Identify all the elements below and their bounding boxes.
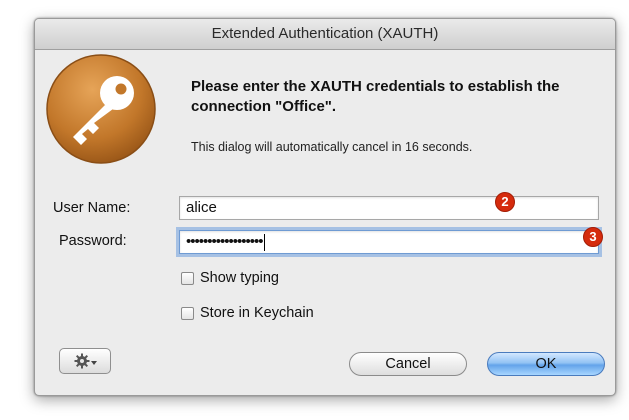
store-keychain-label: Store in Keychain (200, 305, 314, 321)
gear-icon (74, 353, 89, 369)
show-typing-box[interactable] (181, 271, 194, 285)
gear-menu-button[interactable] (59, 348, 111, 374)
password-masked-value: •••••••••••••••••• (186, 233, 264, 250)
prompt-headline: Please enter the XAUTH credentials to es… (191, 78, 560, 115)
show-typing-checkbox[interactable]: Show typing (181, 270, 279, 286)
store-keychain-box[interactable] (181, 306, 194, 320)
auto-cancel-note: This dialog will automatically cancel in… (191, 140, 473, 154)
store-keychain-checkbox[interactable]: Store in Keychain (181, 305, 314, 321)
username-label: User Name: (53, 200, 131, 216)
key-icon (46, 54, 156, 164)
show-typing-label: Show typing (200, 270, 279, 286)
password-field[interactable]: •••••••••••••••••• (179, 230, 599, 254)
dropdown-arrow-icon (90, 361, 97, 365)
ok-button[interactable]: OK (487, 352, 605, 376)
annotation-badge-2: 2 (495, 192, 515, 212)
username-value: alice (186, 199, 217, 216)
xauth-dialog: Extended Authentication (XAUTH) Please e… (34, 18, 616, 396)
cancel-button[interactable]: Cancel (349, 352, 467, 376)
password-label: Password: (59, 233, 127, 249)
window-title: Extended Authentication (XAUTH) (35, 19, 615, 50)
annotation-badge-3: 3 (583, 227, 603, 247)
username-field[interactable]: alice (179, 196, 599, 220)
text-caret (263, 233, 265, 251)
